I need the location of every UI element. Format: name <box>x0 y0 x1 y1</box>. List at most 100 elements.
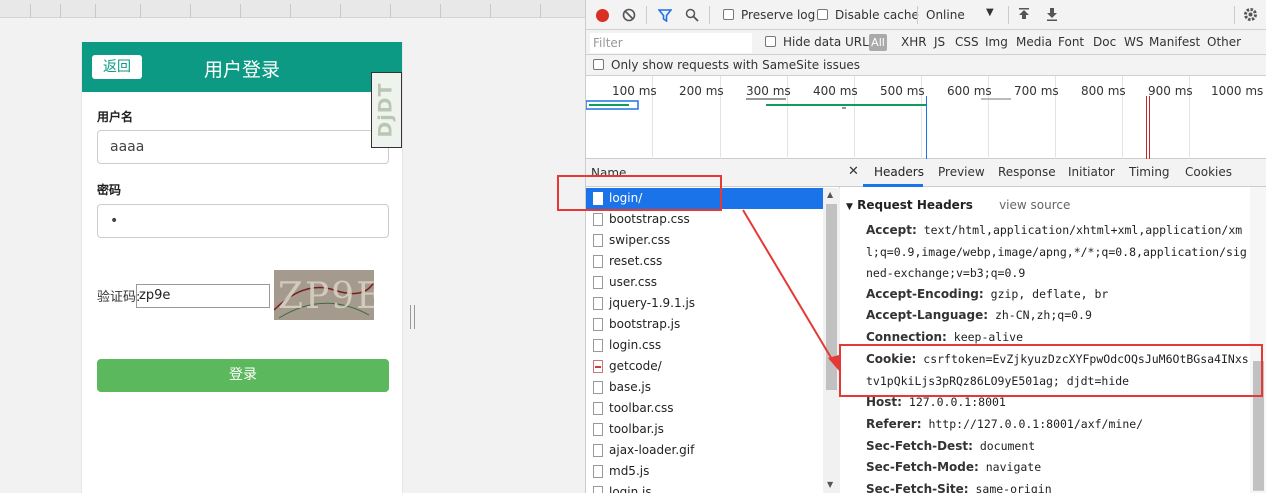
export-har-icon[interactable] <box>1046 8 1058 21</box>
type-filter-js[interactable]: JS <box>934 35 945 49</box>
request-row[interactable]: md5.js <box>586 461 823 482</box>
header-sec-fetch-site: Sec-Fetch-Site: same-origin <box>866 482 1052 493</box>
request-headers-section[interactable]: ▼ Request Headers view source <box>846 198 1070 212</box>
username-input[interactable]: aaaa <box>97 130 389 164</box>
request-row[interactable]: ajax-loader.gif <box>586 440 823 461</box>
chevron-down-icon[interactable]: ▼ <box>986 7 994 18</box>
header-accept: Accept: text/html,application/xhtml+xml,… <box>866 223 1247 280</box>
request-name: toolbar.js <box>609 422 664 436</box>
network-toolbar: Preserve log Disable cache Online ▼ <box>586 0 1266 30</box>
request-row[interactable]: toolbar.css <box>586 398 823 419</box>
request-row[interactable]: reset.css <box>586 251 823 272</box>
request-row[interactable]: base.js <box>586 377 823 398</box>
type-filter-all[interactable]: All <box>869 34 887 51</box>
tab-response[interactable]: Response <box>998 165 1056 179</box>
header-referer: Referer: http://127.0.0.1:8001/axf/mine/ <box>866 417 1144 431</box>
header-sec-fetch-dest: Sec-Fetch-Dest: document <box>866 439 1036 453</box>
triangle-down-icon: ▼ <box>846 202 853 212</box>
view-source-link[interactable]: view source <box>999 198 1070 212</box>
request-row[interactable]: toolbar.js <box>586 419 823 440</box>
debug-toolbar-handle[interactable]: DjDT <box>371 72 402 148</box>
import-har-icon[interactable] <box>1018 8 1030 21</box>
captcha-text: ZP9E <box>278 276 374 317</box>
request-row[interactable]: bootstrap.css <box>586 209 823 230</box>
type-filter-xhr[interactable]: XHR <box>901 35 927 49</box>
login-page: 返回 用户登录 用户名 aaaa 密码 • 验证码: zp9e ZP9E 登录 <box>81 42 403 493</box>
request-row[interactable]: login.css <box>586 335 823 356</box>
type-filter-manifest[interactable]: Manifest <box>1149 35 1200 49</box>
request-name: login/ <box>609 191 643 205</box>
type-filter-doc[interactable]: Doc <box>1093 35 1116 49</box>
timeline-waterfall <box>586 96 1150 159</box>
type-filter-img[interactable]: Img <box>985 35 1008 49</box>
disable-cache-checkbox[interactable] <box>817 9 828 20</box>
tab-preview[interactable]: Preview <box>938 165 985 179</box>
gear-icon[interactable] <box>1243 7 1258 22</box>
debug-toolbar-label: DjDT <box>374 82 397 138</box>
samesite-label: Only show requests with SameSite issues <box>611 58 861 72</box>
request-name: toolbar.css <box>609 401 674 415</box>
disable-cache-label: Disable cache <box>835 8 919 22</box>
tab-initiator[interactable]: Initiator <box>1068 165 1115 179</box>
page-preview: 返回 用户登录 用户名 aaaa 密码 • 验证码: zp9e ZP9E 登录 … <box>0 0 585 493</box>
captcha-image[interactable]: ZP9E <box>274 270 374 320</box>
type-filter-font[interactable]: Font <box>1058 35 1084 49</box>
password-label: 密码 <box>97 183 122 197</box>
request-name: login.css <box>609 338 662 352</box>
samesite-checkbox[interactable] <box>593 59 604 70</box>
login-button[interactable]: 登录 <box>97 359 389 392</box>
password-input[interactable]: • <box>97 204 389 238</box>
active-tab-indicator <box>863 184 923 187</box>
request-name: reset.css <box>609 254 663 268</box>
username-label: 用户名 <box>97 110 134 124</box>
request-name: md5.js <box>609 464 650 478</box>
request-name: user.css <box>609 275 657 289</box>
filter-bar: Filter Hide data URLs All XHR JS CSS Img… <box>586 30 1266 55</box>
request-row[interactable]: user.css <box>586 272 823 293</box>
request-row[interactable]: login.js <box>586 482 823 493</box>
page-header: 返回 用户登录 <box>82 42 402 92</box>
name-column-header[interactable]: Name <box>586 159 840 187</box>
request-row[interactable]: getcode/ <box>586 356 823 377</box>
hide-data-urls-checkbox[interactable] <box>765 36 776 47</box>
splitter-grip[interactable] <box>410 305 415 329</box>
request-row-login[interactable]: login/ <box>586 188 823 209</box>
header-sec-fetch-mode: Sec-Fetch-Mode: navigate <box>866 460 1042 474</box>
header-connection: Connection: keep-alive <box>866 330 1024 344</box>
captcha-input[interactable]: zp9e <box>136 284 270 308</box>
preserve-log-checkbox[interactable] <box>723 9 734 20</box>
request-details: ✕ Headers Preview Response Initiator Tim… <box>840 159 1266 493</box>
timeline-overview: 100 ms 200 ms 300 ms 400 ms 500 ms 600 m… <box>586 76 1266 159</box>
request-row[interactable]: bootstrap.js <box>586 314 823 335</box>
filter-input[interactable]: Filter <box>590 33 752 53</box>
tab-timing[interactable]: Timing <box>1129 165 1170 179</box>
type-filter-css[interactable]: CSS <box>955 35 979 49</box>
record-button[interactable] <box>596 9 609 22</box>
name-column-label: Name <box>591 166 627 180</box>
close-icon[interactable]: ✕ <box>848 164 859 179</box>
search-icon[interactable] <box>685 8 699 22</box>
request-row[interactable]: swiper.css <box>586 230 823 251</box>
page-title: 用户登录 <box>203 59 280 81</box>
preserve-log-label: Preserve log <box>741 8 816 22</box>
header-host: Host: 127.0.0.1:8001 <box>866 395 1006 409</box>
type-filter-media[interactable]: Media <box>1016 35 1052 49</box>
request-name: bootstrap.js <box>609 317 681 331</box>
throttling-select[interactable]: Online <box>926 8 965 22</box>
hide-data-urls-label: Hide data URLs <box>783 35 876 49</box>
tab-cookies[interactable]: Cookies <box>1185 165 1232 179</box>
captcha-label: 验证码: <box>97 290 141 305</box>
type-filter-other[interactable]: Other <box>1207 35 1241 49</box>
details-scrollbar[interactable] <box>1250 187 1266 493</box>
header-accept-encoding: Accept-Encoding: gzip, deflate, br <box>866 287 1109 301</box>
request-list-scrollbar[interactable]: ▲ ▼ <box>823 188 840 493</box>
filter-icon[interactable] <box>658 8 672 22</box>
request-name: bootstrap.css <box>609 212 690 226</box>
request-row[interactable]: jquery-1.9.1.js <box>586 293 823 314</box>
devtools-network-panel: Preserve log Disable cache Online ▼ Filt… <box>585 0 1266 493</box>
samesite-bar: Only show requests with SameSite issues <box>586 55 1266 76</box>
type-filter-ws[interactable]: WS <box>1124 35 1143 49</box>
tab-headers[interactable]: Headers <box>874 165 924 179</box>
request-name: swiper.css <box>609 233 671 247</box>
clear-icon[interactable] <box>622 8 636 22</box>
